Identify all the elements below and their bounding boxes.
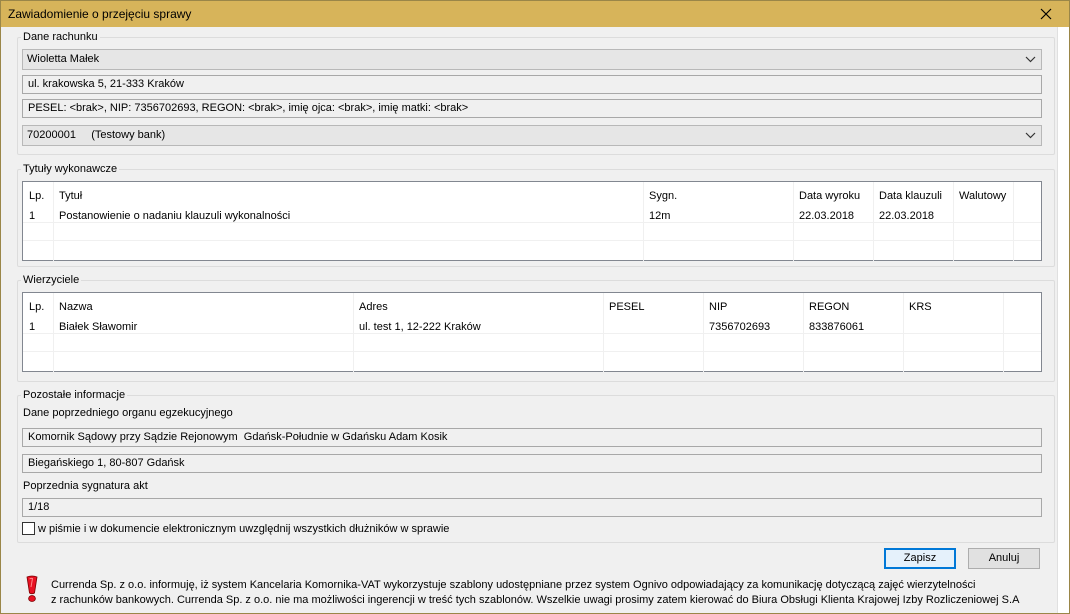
column-header-title[interactable]: Tytuł bbox=[53, 186, 643, 206]
cell-title: Postanowienie o nadaniu klauzuli wykonal… bbox=[59, 210, 291, 222]
prev-organ-label: Dane poprzedniego organu egzekucyjnego bbox=[23, 407, 233, 419]
cell-pesel bbox=[603, 317, 703, 337]
titles-grid[interactable]: Lp. Tytuł Sygn. Data wyroku Data klauzul… bbox=[22, 181, 1042, 262]
cell-address: ul. test 1, 12-222 Kraków bbox=[359, 321, 481, 333]
column-header-pesel[interactable]: PESEL bbox=[603, 297, 703, 317]
ognivo-info-line-2: z rachunków bankowych. Currenda Sp. z o.… bbox=[51, 594, 1020, 606]
dialog-window: Zawiadomienie o przejęciu sprawy Dane ra… bbox=[0, 0, 1070, 614]
column-header-regon[interactable]: REGON bbox=[803, 297, 903, 317]
other-info-group-label: Pozostałe informacje bbox=[21, 389, 128, 401]
cell-judgment-date: 22.03.2018 bbox=[799, 210, 855, 222]
all-debtors-checkbox[interactable] bbox=[22, 522, 35, 535]
debtor-select-value: Wioletta Małek bbox=[27, 53, 100, 65]
account-group-label: Dane rachunku bbox=[21, 31, 100, 43]
prev-organ-address-value: Biegańskiego 1, 80-807 Gdańsk bbox=[28, 457, 185, 469]
column-header-krs[interactable]: KRS bbox=[903, 297, 1003, 317]
all-debtors-checkbox-label[interactable]: w piśmie i w dokumencie elektronicznym u… bbox=[38, 523, 449, 535]
column-header-lp[interactable]: Lp. bbox=[23, 297, 53, 317]
warning-exclamation-icon bbox=[26, 575, 38, 602]
chevron-down-icon bbox=[1025, 56, 1036, 63]
column-header-name[interactable]: Nazwa bbox=[53, 297, 353, 317]
bank-select-value: 70200001 (Testowy bank) bbox=[27, 129, 166, 141]
close-icon bbox=[1040, 8, 1052, 20]
cell-krs bbox=[903, 317, 1003, 337]
column-header-signature[interactable]: Sygn. bbox=[643, 186, 793, 206]
side-scroll-strip bbox=[1057, 27, 1069, 613]
column-header-clause-date[interactable]: Data klauzuli bbox=[873, 186, 953, 206]
prev-organ-name-value: Komornik Sądowy przy Sądzie Rejonowym Gd… bbox=[28, 431, 448, 443]
column-header-currency[interactable]: Walutowy bbox=[953, 186, 1013, 206]
cell-nip: 7356702693 bbox=[709, 321, 771, 333]
cell-signature: 12m bbox=[649, 210, 671, 222]
ognivo-info-text: Currenda Sp. z o.o. informuję, iż system… bbox=[51, 578, 1041, 608]
titles-group-label: Tytuły wykonawcze bbox=[21, 163, 120, 175]
prev-organ-address-field[interactable]: Biegańskiego 1, 80-807 Gdańsk bbox=[22, 454, 1042, 473]
save-button[interactable]: Zapisz bbox=[884, 548, 956, 569]
prev-signature-label: Poprzednia sygnatura akt bbox=[23, 480, 148, 492]
cell-clause-date: 22.03.2018 bbox=[879, 210, 935, 222]
window-title: Zawiadomienie o przejęciu sprawy bbox=[8, 7, 192, 21]
ognivo-info-line-1: Currenda Sp. z o.o. informuję, iż system… bbox=[51, 579, 976, 591]
cell-lp: 1 bbox=[29, 321, 36, 333]
debtor-select[interactable]: Wioletta Małek bbox=[22, 49, 1042, 70]
column-header-address[interactable]: Adres bbox=[353, 297, 603, 317]
debtor-identifiers-value: PESEL: <brak>, NIP: 7356702693, REGON: <… bbox=[28, 102, 469, 114]
column-header-judgment-date[interactable]: Data wyroku bbox=[793, 186, 873, 206]
cell-lp: 1 bbox=[29, 210, 36, 222]
cell-name: Białek Sławomir bbox=[59, 321, 138, 333]
prev-signature-value: 1/18 bbox=[28, 501, 50, 513]
column-header-nip[interactable]: NIP bbox=[703, 297, 803, 317]
title-bar[interactable]: Zawiadomienie o przejęciu sprawy bbox=[1, 1, 1069, 27]
debtor-identifiers-field[interactable]: PESEL: <brak>, NIP: 7356702693, REGON: <… bbox=[22, 99, 1042, 118]
debtor-address-field[interactable]: ul. krakowska 5, 21-333 Kraków bbox=[22, 75, 1042, 94]
chevron-down-icon bbox=[1025, 132, 1036, 139]
column-header-lp[interactable]: Lp. bbox=[23, 186, 53, 206]
cell-currency bbox=[953, 206, 1013, 226]
creditors-group-label: Wierzyciele bbox=[21, 274, 82, 286]
prev-signature-field[interactable]: 1/18 bbox=[22, 498, 1042, 517]
creditors-grid[interactable]: Lp. Nazwa Adres PESEL NIP REGON KRS 1 Bi… bbox=[22, 292, 1042, 373]
prev-organ-name-field[interactable]: Komornik Sądowy przy Sądzie Rejonowym Gd… bbox=[22, 428, 1042, 447]
close-button[interactable] bbox=[1023, 1, 1069, 27]
cancel-button[interactable]: Anuluj bbox=[968, 548, 1040, 569]
cell-regon: 833876061 bbox=[809, 321, 865, 333]
bank-select[interactable]: 70200001 (Testowy bank) bbox=[22, 125, 1042, 146]
debtor-address-value: ul. krakowska 5, 21-333 Kraków bbox=[28, 78, 184, 90]
